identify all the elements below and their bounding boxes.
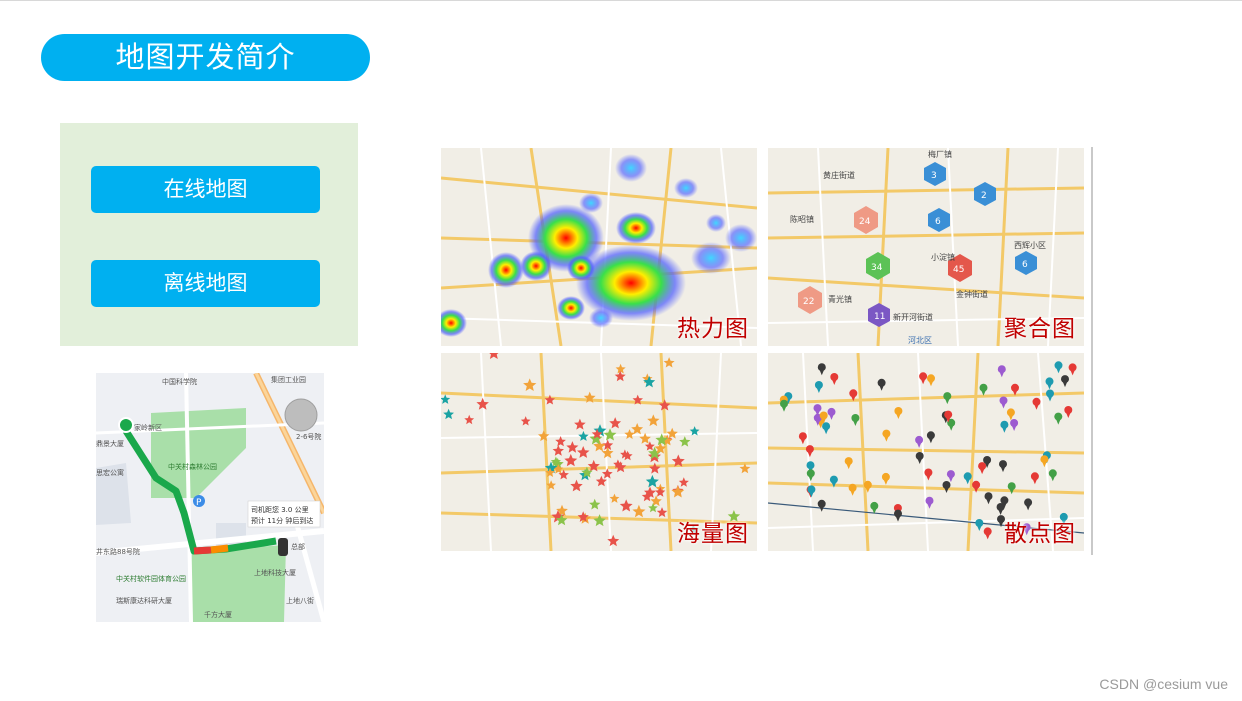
- place-label: 鼎景大厦: [96, 439, 124, 448]
- place-label: 瑞斯康达科研大厦: [116, 596, 172, 605]
- place-label: 千方大厦: [204, 610, 232, 619]
- cluster-count: 6: [935, 217, 941, 227]
- csdn-watermark: CSDN @cesium vue: [1099, 676, 1228, 692]
- place-label: 陈昭镇: [790, 214, 814, 224]
- place-label: 梅厂镇: [928, 149, 952, 159]
- navigation-map-screenshot: P 司机距您 3.0 公里 预计 11分 钟后到达 中国科学院 集团工业园 家岭…: [96, 373, 324, 622]
- cluster-map-example: 3 2 24 6 6 34 45 22 11 梅厂镇 黄庄街道 陈昭镇 小淀镇 …: [768, 148, 1084, 346]
- top-divider: [0, 0, 1242, 1]
- cluster-count: 34: [871, 263, 883, 273]
- cluster-map-label: 聚合图: [1004, 316, 1076, 342]
- place-label: 黄庄街道: [823, 170, 855, 180]
- place-label: 集团工业园: [271, 375, 306, 384]
- place-label: 西辉小区: [1014, 241, 1046, 250]
- place-label: 2-6号院: [296, 432, 321, 441]
- svg-text:P: P: [196, 498, 202, 508]
- heatmap-label: 热力图: [677, 316, 749, 342]
- place-label: 青光镇: [828, 294, 852, 304]
- arrival-eta-text: 预计 11分 钟后到达: [251, 516, 313, 525]
- place-label: 中关村森林公园: [168, 462, 217, 471]
- cluster-count: 45: [953, 265, 964, 275]
- place-label: 中国科学院: [162, 377, 197, 386]
- place-label: 思宏公寓: [96, 468, 124, 477]
- massive-points-map-example: 海量图: [441, 353, 757, 551]
- cluster-count: 24: [859, 217, 871, 227]
- offline-map-button[interactable]: 离线地图: [91, 260, 320, 307]
- place-label: 金钟街道: [956, 289, 988, 299]
- grid-edge-divider: [1091, 147, 1093, 555]
- driver-distance-text: 司机距您 3.0 公里: [251, 505, 309, 514]
- cluster-count: 22: [803, 297, 814, 307]
- place-label: 上地八街: [286, 596, 314, 605]
- place-label: 家岭新区: [134, 423, 162, 432]
- online-map-button[interactable]: 在线地图: [91, 166, 320, 213]
- place-label: 中关村软件园体育公园: [116, 574, 186, 583]
- scatter-map-example: 散点图: [768, 353, 1084, 551]
- page-title: 地图开发简介: [41, 34, 370, 81]
- map-examples-grid: 热力图 3 2 24 6 6 34 45 22 11 梅厂镇 黄庄街道 陈昭镇 …: [440, 147, 1093, 555]
- place-label: 河北区: [908, 335, 932, 345]
- map-type-menu: 在线地图 离线地图: [60, 123, 358, 346]
- cluster-count: 11: [874, 312, 885, 322]
- cluster-count: 2: [981, 191, 987, 201]
- place-label: 井东路88号院: [96, 547, 140, 556]
- heatmap-example: 热力图: [441, 148, 757, 346]
- place-label: 总部: [291, 542, 305, 551]
- massive-points-map-label: 海量图: [677, 521, 749, 547]
- cluster-count: 6: [1022, 260, 1028, 270]
- scatter-map-label: 散点图: [1004, 521, 1076, 547]
- cluster-count: 3: [931, 171, 937, 181]
- place-label: 小淀镇: [931, 252, 955, 262]
- place-label: 新开河街道: [893, 312, 933, 322]
- place-label: 上地科技大厦: [254, 568, 296, 577]
